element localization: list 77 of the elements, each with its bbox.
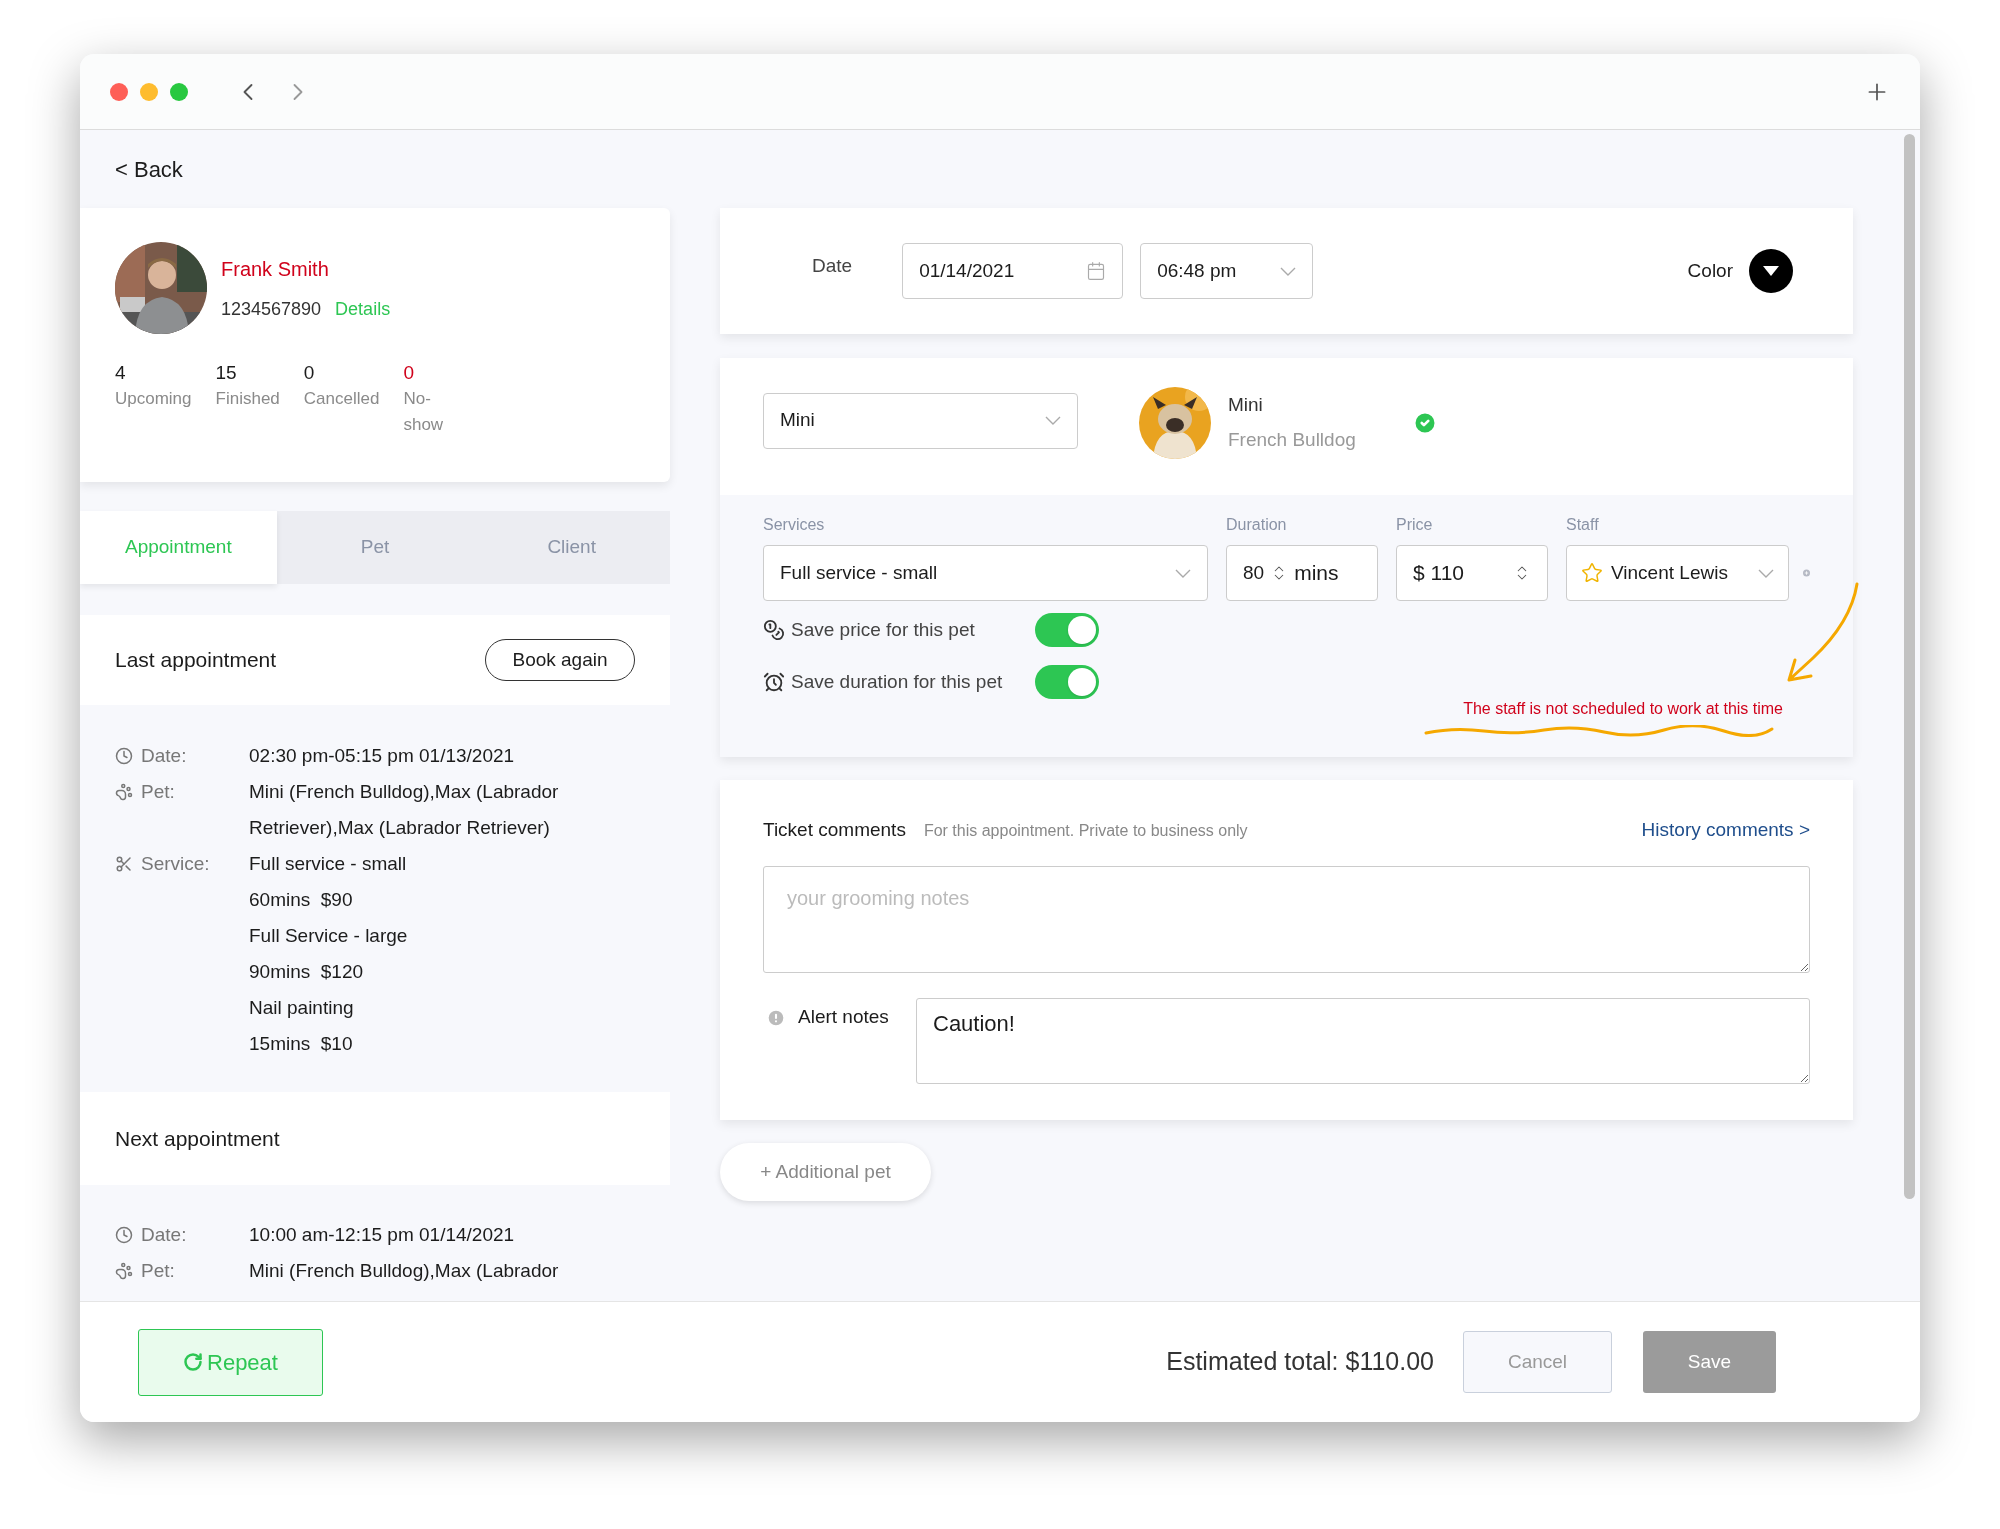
history-comments-link[interactable]: History comments >	[1641, 816, 1810, 845]
stat-label: No-show	[403, 388, 445, 436]
star-icon	[1581, 562, 1603, 584]
maximize-window-button[interactable]	[170, 82, 188, 101]
calendar-icon	[1086, 261, 1107, 281]
detail-label: Date:	[141, 1222, 187, 1247]
alert-label: Alert notes	[798, 1005, 889, 1030]
staff-select[interactable]: Vincent Lewis	[1566, 545, 1789, 601]
toggle-label: Save price for this pet	[791, 617, 976, 642]
chevron-down-icon	[1280, 266, 1297, 276]
service-select[interactable]: Full service - small	[763, 545, 1208, 601]
client-phone: 1234567890	[221, 297, 322, 321]
detail-value: 02:30 pm-05:15 pm 01/13/2021	[249, 744, 516, 768]
stat-value: 0	[303, 361, 316, 385]
duration-field[interactable]: 80 mins	[1226, 545, 1378, 601]
price-field[interactable]: $ 110	[1396, 545, 1548, 601]
scrollbar[interactable]	[1904, 134, 1915, 1199]
field-label: Duration	[1226, 515, 1288, 535]
chevron-down-icon	[1758, 568, 1774, 578]
field-label: Services	[763, 515, 826, 535]
refresh-icon	[183, 1352, 203, 1372]
section-title: Last appointment	[115, 647, 277, 674]
detail-value: 90mins $120	[249, 960, 365, 984]
section-title: Next appointment	[115, 1125, 280, 1152]
toggle-switch[interactable]	[1035, 613, 1099, 647]
detail-label: Pet:	[141, 1258, 175, 1283]
paw-icon	[115, 783, 133, 801]
comments-title: Ticket comments	[763, 818, 906, 842]
toggle-switch[interactable]	[1035, 665, 1099, 699]
close-window-button[interactable]	[110, 82, 128, 101]
detail-label: Date:	[141, 743, 187, 768]
detail-value: 15mins $10	[249, 1032, 354, 1056]
chevron-down-icon	[1045, 416, 1061, 425]
coins-icon	[763, 619, 785, 641]
date-label: Date	[812, 253, 853, 278]
detail-value: Mini (French Bulldog),Max (Labrador	[249, 1259, 560, 1283]
back-link[interactable]: < Back	[115, 152, 183, 186]
warning-text: The staff is not scheduled to work at this time	[1463, 699, 1783, 719]
stat-value: 0	[403, 361, 415, 385]
alert-notes-field[interactable]: Caution!	[916, 997, 1810, 1084]
stat-value: 15	[215, 361, 238, 385]
estimated-total: Estimated total: $110.00	[1166, 1346, 1434, 1378]
toggle-label: Save duration for this pet	[791, 669, 1004, 694]
date-field[interactable]: 01/14/2021	[902, 243, 1124, 299]
pet-name: Mini	[1228, 393, 1264, 417]
chevron-down-icon	[1175, 568, 1191, 578]
color-label: Color	[1687, 258, 1733, 283]
time-select[interactable]: 06:48 pm	[1140, 243, 1314, 299]
detail-value: 60mins $90	[249, 888, 354, 912]
stat-label: Upcoming	[115, 388, 192, 410]
additional-pet-button[interactable]: + Additional pet	[720, 1143, 931, 1201]
alarm-clock-icon	[763, 671, 785, 693]
comments-hint: For this appointment. Private to business only	[923, 821, 1248, 841]
field-label: Price	[1396, 515, 1434, 535]
color-picker-button[interactable]	[1749, 249, 1793, 293]
detail-label: Service:	[141, 851, 210, 876]
detail-value: Full Service - large	[249, 924, 409, 948]
detail-value: Mini (French Bulldog),Max (Labrador Retriever),Max (Labrador Retriever)	[249, 780, 560, 840]
stat-label: Finished	[215, 388, 280, 410]
detail-value: Full service - small	[249, 852, 408, 876]
clock-icon	[115, 747, 133, 765]
client-name: Frank Smith	[221, 256, 330, 282]
alert-icon	[766, 1007, 786, 1028]
minimize-window-button[interactable]	[140, 82, 158, 101]
comments-field[interactable]: your grooming notes	[763, 865, 1810, 973]
paw-icon	[115, 1262, 133, 1280]
detail-value: Nail painting	[249, 996, 355, 1020]
pet-breed: French Bulldog	[1228, 427, 1356, 452]
scissors-icon	[115, 855, 133, 873]
caret-icon	[1763, 266, 1779, 276]
stat-label: Cancelled	[303, 388, 380, 410]
clock-icon	[115, 1226, 133, 1244]
stat-value: 4	[115, 361, 127, 385]
pet-select[interactable]: Mini	[763, 392, 1078, 449]
detail-value: 10:00 am-12:15 pm 01/14/2021	[249, 1223, 516, 1247]
detail-label: Pet:	[141, 779, 175, 804]
field-label: Staff	[1566, 515, 1600, 535]
